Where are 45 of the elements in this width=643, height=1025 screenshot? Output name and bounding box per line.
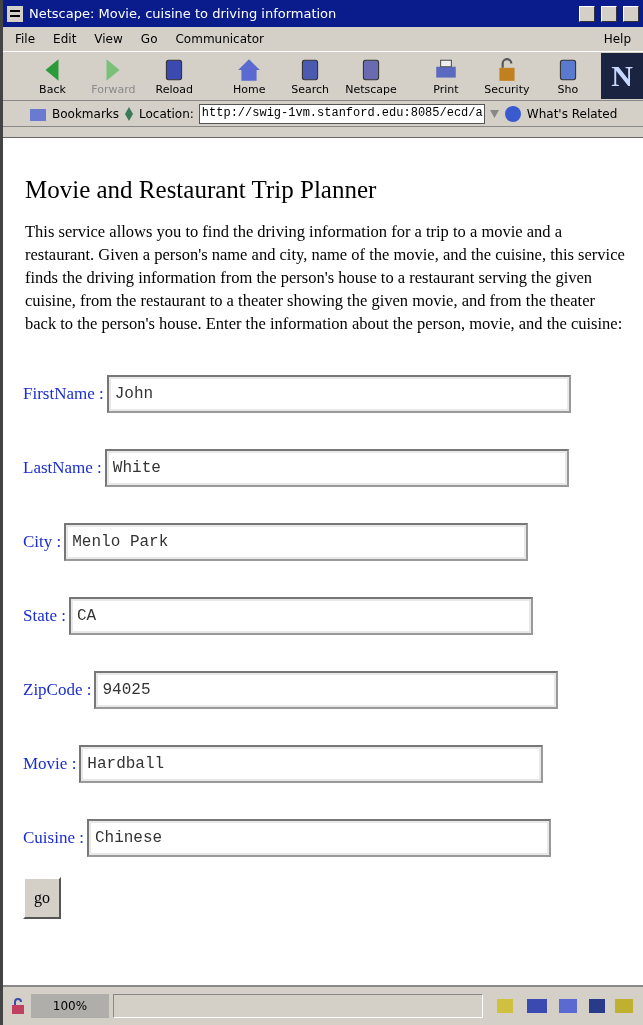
field-label: FirstName : xyxy=(23,384,104,404)
toolbar-button[interactable]: Search xyxy=(282,56,338,96)
page-heading: Movie and Restaurant Trip Planner xyxy=(25,176,378,204)
maximize-button[interactable] xyxy=(601,5,617,22)
input-field[interactable]: Chinese xyxy=(86,819,551,857)
field-label: ZipCode : xyxy=(23,680,92,700)
toolbar-button[interactable]: Netscape xyxy=(343,56,399,96)
input-field[interactable]: John xyxy=(106,375,571,413)
toolbar-button[interactable]: Sho xyxy=(540,56,596,96)
zoom-indicator: 100% xyxy=(31,994,109,1018)
toolbar-button[interactable]: Security xyxy=(479,56,535,96)
menu-item[interactable]: Go xyxy=(140,32,158,46)
menu-item[interactable]: View xyxy=(94,32,123,46)
field-label: City : xyxy=(23,532,62,552)
window-title: Netscape: Movie, cuisine to driving information xyxy=(29,6,338,21)
browser-logo: N xyxy=(601,53,643,99)
go-button[interactable]: go xyxy=(23,877,61,919)
toolbar-button[interactable]: Back xyxy=(25,56,80,96)
url-field[interactable]: http://swig-1vm.stanford.edu:8085/ecd/a xyxy=(198,103,485,124)
minimize-button[interactable] xyxy=(579,5,595,22)
menu-item[interactable]: File xyxy=(15,32,36,46)
padlock-icon[interactable] xyxy=(9,997,27,1015)
globe-icon xyxy=(503,104,522,123)
input-field[interactable]: Menlo Park xyxy=(64,523,529,561)
close-button[interactable] xyxy=(623,5,639,22)
field-label: Movie : xyxy=(23,754,77,774)
menu-icon[interactable] xyxy=(7,5,23,22)
field-label: Cuisine : xyxy=(23,828,84,848)
input-field[interactable]: CA xyxy=(68,597,533,635)
toolbar-button[interactable]: Reload xyxy=(146,56,202,96)
bookmarks-button[interactable]: Bookmarks xyxy=(52,106,120,121)
field-label: State : xyxy=(23,606,66,626)
input-field[interactable]: 94025 xyxy=(94,671,559,709)
input-field[interactable]: Hardball xyxy=(79,745,544,783)
input-field[interactable]: White xyxy=(104,449,569,487)
menu-item[interactable]: Help xyxy=(603,32,631,46)
menu-item[interactable]: Communicator xyxy=(175,32,265,46)
toolbar-button[interactable]: Print xyxy=(418,56,474,96)
intro-paragraph: This service allows you to find the driving information for a trip to a movie and a restaurant. Given a person's name and city, name of the movie, and the cuisine, this service finds the driving information from the person's house to a restaurant serving the given cuisine, from the restaurant to a theater showing the given movie, and from the theater back to the person's house. Enter the information about the person, movie, and the cuisine: xyxy=(25,221,626,335)
location-label: Location: xyxy=(139,106,194,121)
related-button[interactable]: What's Related xyxy=(526,106,618,121)
menu-item[interactable]: Edit xyxy=(53,32,77,46)
field-label: LastName : xyxy=(23,458,102,478)
toolbar-button[interactable]: Home xyxy=(221,56,277,96)
pin-icon xyxy=(124,105,135,122)
